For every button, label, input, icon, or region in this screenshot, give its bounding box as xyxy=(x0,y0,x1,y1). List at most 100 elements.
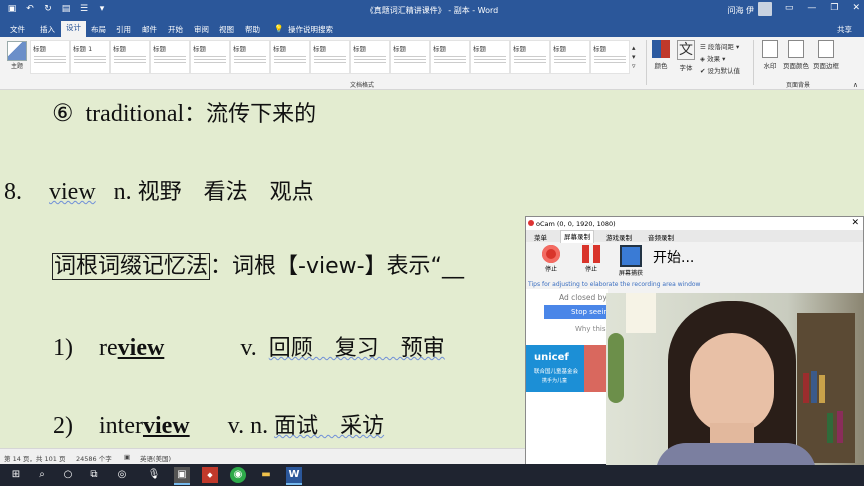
style-box[interactable]: 标题 xyxy=(590,40,630,74)
style-box[interactable]: 标题 xyxy=(390,40,430,74)
themes-button[interactable]: 主题 xyxy=(6,41,28,73)
watermark-button[interactable]: 水印 xyxy=(756,40,784,70)
close-icon[interactable]: ✕ xyxy=(852,3,860,13)
style-box[interactable]: 标题 xyxy=(310,40,350,74)
start-status: 开始... xyxy=(653,250,695,266)
avatar[interactable] xyxy=(758,2,772,16)
pause-icon xyxy=(582,245,600,263)
style-box[interactable]: 标题 xyxy=(350,40,390,74)
word-icon[interactable]: W xyxy=(286,467,302,483)
document-options: ☰ 段落间距 ▾ ◈ 效果 ▾ ✔ 设为默认值 xyxy=(700,41,740,77)
active-indicator xyxy=(174,483,190,485)
style-box[interactable]: 标题 xyxy=(190,40,230,74)
banner-image xyxy=(584,345,606,392)
unicef-banner[interactable]: unicef 联合国儿童基金会 携手为儿童 xyxy=(526,345,606,392)
style-box[interactable]: 标题 xyxy=(150,40,190,74)
style-box[interactable]: 标题 xyxy=(430,40,470,74)
screen-capture-button[interactable]: 屏幕捕获 xyxy=(616,245,646,277)
gallery-scroll-icon[interactable]: ▴ ▾ ▿ xyxy=(632,44,636,71)
colors-label: 颜色 xyxy=(654,62,668,70)
search-icon[interactable]: ⌕ xyxy=(34,467,50,483)
tab-audio-record[interactable]: 音频录制 xyxy=(648,232,674,242)
user-name[interactable]: 问海 伊 xyxy=(727,5,754,16)
tell-me-search[interactable]: 操作说明搜索 xyxy=(288,24,333,35)
folder-icon[interactable]: ▬ xyxy=(258,467,274,483)
tab-mailings[interactable]: 邮件 xyxy=(142,24,157,35)
ocam-title: oCam (0, 0, 1920, 1080) xyxy=(536,220,616,228)
watermark-icon xyxy=(762,40,778,58)
ocam-app-icon[interactable]: ▣ xyxy=(174,467,190,483)
ad-closed-text: Ad closed by xyxy=(559,293,607,302)
close-icon[interactable]: ✕ xyxy=(851,218,859,228)
tab-help[interactable]: 帮助 xyxy=(245,24,260,35)
tab-insert[interactable]: 插入 xyxy=(40,24,55,35)
ocam-logo-icon xyxy=(528,220,534,226)
paragraph-spacing-button[interactable]: ☰ 段落间距 ▾ xyxy=(700,41,740,53)
fonts-button[interactable]: 文 字体 xyxy=(676,40,696,72)
fonts-icon: 文 xyxy=(677,40,695,60)
webcam-feed xyxy=(606,293,864,465)
minimize-icon[interactable]: — xyxy=(807,3,816,13)
tab-view[interactable]: 视图 xyxy=(219,24,234,35)
unicef-logo: unicef xyxy=(534,352,569,363)
tab-file[interactable]: 文件 xyxy=(10,24,25,35)
fonts-label: 字体 xyxy=(679,64,693,72)
bookshelf xyxy=(797,313,855,463)
cortana-icon[interactable]: ○ xyxy=(60,467,76,483)
proofing-icon[interactable]: ▣ xyxy=(124,453,130,461)
ocam-tabs: 菜单 屏幕录制 游戏录制 音频录制 xyxy=(526,230,863,243)
style-box[interactable]: 标题 xyxy=(470,40,510,74)
collapse-ribbon-icon[interactable]: ∧ xyxy=(853,81,858,89)
style-box[interactable]: 标题 xyxy=(230,40,270,74)
red-app-icon[interactable]: ◆ xyxy=(202,467,218,483)
tip-link[interactable]: Tips for adjusting to elaborate the reco… xyxy=(528,281,700,288)
tab-screen-record[interactable]: 屏幕录制 xyxy=(560,230,594,243)
stop-record-button[interactable]: 停止 xyxy=(538,245,564,273)
chrome-icon[interactable]: ◉ xyxy=(230,467,246,483)
page-borders-button[interactable]: 页面边框 xyxy=(812,40,840,70)
unicef-tagline: 携手为儿童 xyxy=(542,378,568,384)
windows-start-icon[interactable]: ⊞ xyxy=(8,467,24,483)
microphone-icon[interactable]: 🎙 xyxy=(146,467,162,483)
app-icon[interactable]: ◎ xyxy=(114,467,130,483)
language-indicator[interactable]: 英语(美国) xyxy=(140,453,171,463)
stop-seeing-button[interactable]: Stop seein xyxy=(544,305,608,319)
title-bar: ▣ ↶ ↻ ▤ ☰ ▾ 《真题词汇精讲课件》 - 副本 - Word 问海 伊 … xyxy=(0,0,864,20)
taskbar: ⊞ ⌕ ○ ⧉ ◎ 🎙 ▣ ◆ ◉ ▬ W xyxy=(0,464,864,486)
doc-line-4: 1) review v. 回顾 复习 预审 xyxy=(53,335,445,361)
tab-home[interactable]: 开始 xyxy=(168,24,183,35)
style-box[interactable]: 标题 xyxy=(270,40,310,74)
tab-references[interactable]: 引用 xyxy=(116,24,131,35)
person-shirt xyxy=(656,443,816,465)
restore-icon[interactable]: ❐ xyxy=(830,3,838,13)
theme-icon xyxy=(7,41,27,61)
style-box[interactable]: 标题 xyxy=(30,40,70,74)
tab-menu[interactable]: 菜单 xyxy=(534,232,547,242)
colors-button[interactable]: 颜色 xyxy=(650,40,672,70)
person-face xyxy=(690,333,774,433)
style-box[interactable]: 标题 1 xyxy=(70,40,110,74)
page-borders-icon xyxy=(818,40,834,58)
tab-design[interactable]: 设计 xyxy=(61,21,86,37)
share-button[interactable]: 共享 xyxy=(837,24,852,35)
page-count[interactable]: 第 14 页，共 101 页 xyxy=(4,453,65,463)
style-box[interactable]: 标题 xyxy=(510,40,550,74)
tab-review[interactable]: 审阅 xyxy=(194,24,209,35)
effects-button[interactable]: ◈ 效果 ▾ xyxy=(700,53,740,65)
why-this-link[interactable]: Why this xyxy=(575,325,606,333)
style-box[interactable]: 标题 xyxy=(550,40,590,74)
page-color-button[interactable]: 页面颜色 xyxy=(782,40,810,70)
document-formatting-label: 文档格式 xyxy=(350,82,375,89)
tab-game-record[interactable]: 游戏录制 xyxy=(606,232,632,242)
ribbon: 主题 标题 标题 1 标题 标题 标题 标题 标题 标题 标题 标题 标题 标题… xyxy=(0,37,864,90)
word-count[interactable]: 24586 个字 xyxy=(76,453,112,463)
set-default-button[interactable]: ✔ 设为默认值 xyxy=(700,65,740,77)
tab-layout[interactable]: 布局 xyxy=(91,24,106,35)
ribbon-display-icon[interactable]: ▭ xyxy=(785,3,794,13)
pause-button[interactable]: 停止 xyxy=(578,245,604,273)
style-box[interactable]: 标题 xyxy=(110,40,150,74)
doc-line-2: 8. view n. 视野 看法 观点 xyxy=(4,179,314,205)
record-stop-icon xyxy=(542,245,560,263)
task-view-icon[interactable]: ⧉ xyxy=(86,467,102,483)
lightbulb-icon: 💡 xyxy=(274,24,284,33)
